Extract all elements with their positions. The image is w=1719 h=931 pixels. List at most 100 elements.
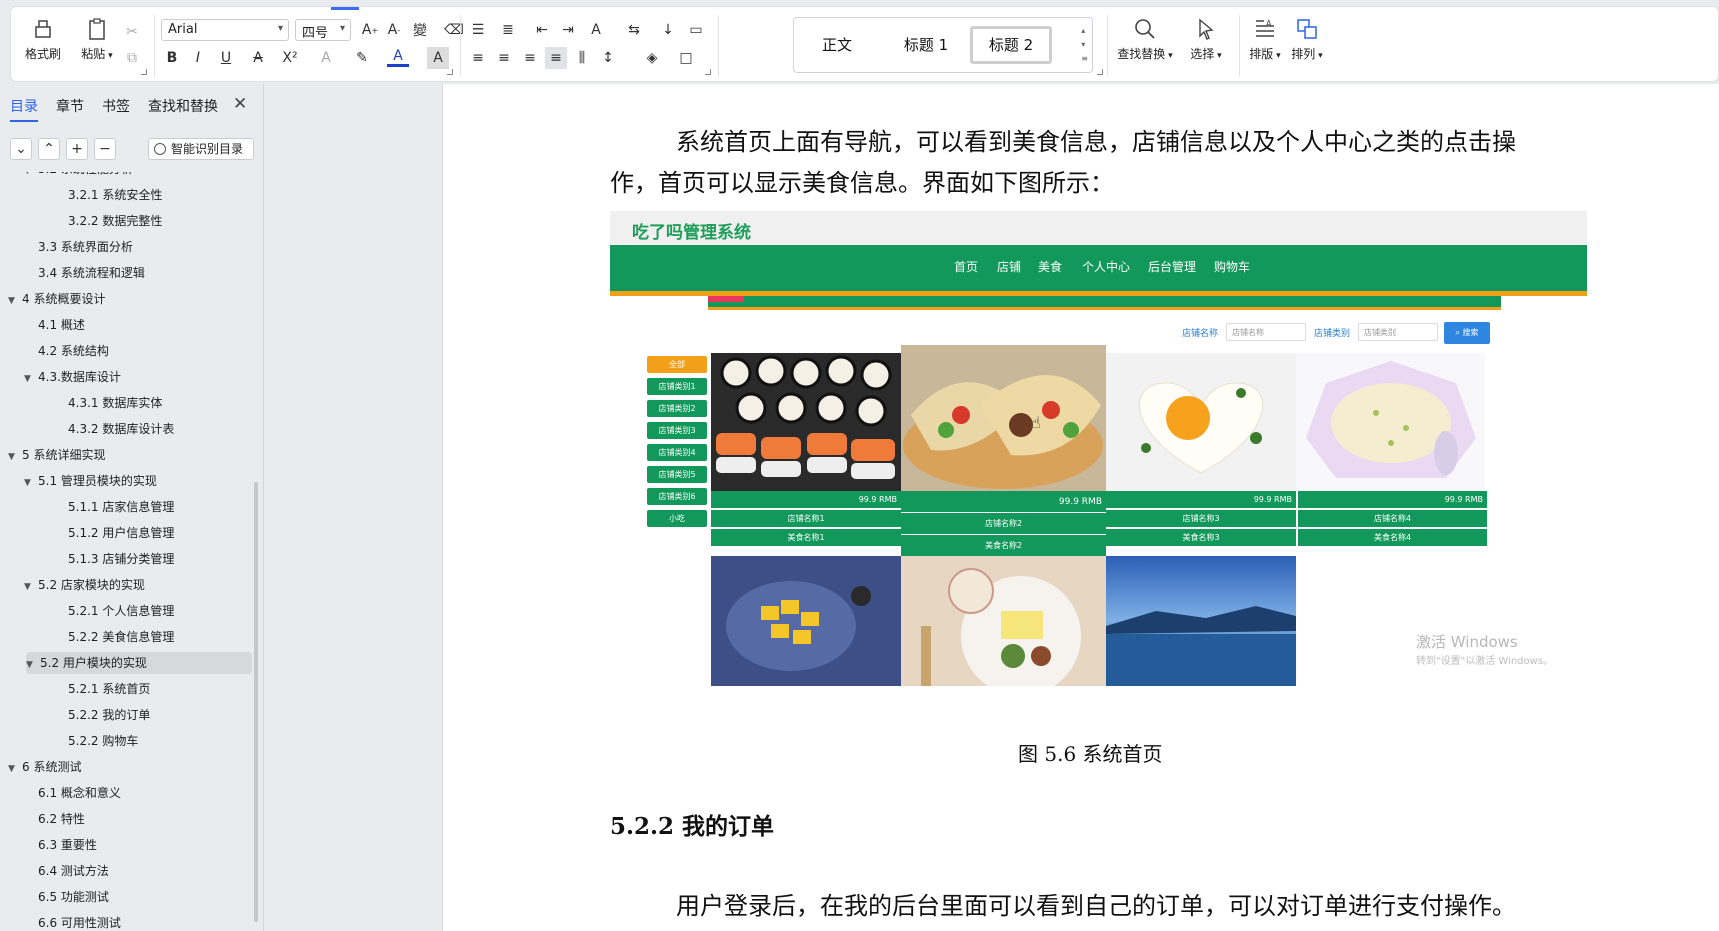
increase-indent-icon[interactable]: ⇥: [557, 19, 579, 41]
remove-entry-icon[interactable]: −: [94, 138, 116, 160]
clear-format-icon[interactable]: ⌫: [443, 19, 465, 41]
paste-button[interactable]: 粘贴 ▾: [75, 17, 119, 62]
grow-font-icon[interactable]: A +: [359, 19, 381, 41]
toc-item[interactable]: 3.2.1 系统安全性: [68, 184, 162, 206]
toc-item[interactable]: ▼ 5 系统详细实现: [8, 444, 105, 466]
superscript-icon[interactable]: X²: [279, 47, 301, 69]
italic-icon[interactable]: I: [187, 47, 209, 69]
style-scroll-arrows[interactable]: ▴ ▾ ≡: [1081, 24, 1088, 66]
card-price: 99.9 RMB: [901, 491, 1106, 513]
toc-item[interactable]: 5.1.3 店铺分类管理: [68, 548, 174, 570]
tab-chapters[interactable]: 章节: [56, 96, 84, 116]
toc-item[interactable]: 5.2.1 系统首页: [68, 678, 150, 700]
copy-icon[interactable]: ⧉: [121, 47, 143, 69]
toc-item-label: 6.1 概念和意义: [38, 786, 121, 800]
toc-item[interactable]: 6.1 概念和意义: [38, 782, 121, 804]
toc-item[interactable]: ▼ 5.2 用户模块的实现: [26, 652, 252, 674]
border-icon[interactable]: □: [675, 47, 697, 69]
card-food-name: 美食名称3: [1106, 529, 1296, 547]
underline-icon[interactable]: U: [215, 47, 237, 69]
font-name-select[interactable]: Arial ▾: [161, 19, 289, 41]
shrink-font-icon[interactable]: A-: [383, 19, 405, 41]
toc-expand-toggle-icon[interactable]: ▼: [24, 368, 38, 390]
toc-expand-toggle-icon[interactable]: ▼: [26, 654, 40, 676]
tab-toc[interactable]: 目录: [10, 96, 38, 122]
find-replace-button[interactable]: 查找替换 ▾: [1113, 17, 1177, 62]
toc-item[interactable]: 6.2 特性: [38, 808, 85, 830]
arrange-button[interactable]: 排列 ▾: [1287, 17, 1327, 62]
toc-item[interactable]: ▼ 6 系统测试: [8, 756, 81, 778]
highlight-icon[interactable]: ✎: [351, 47, 373, 69]
show-marks-icon[interactable]: ▭: [685, 19, 707, 41]
toc-item[interactable]: 5.2.2 我的订单: [68, 704, 150, 726]
toc-item[interactable]: ▼ 5.1 管理员模块的实现: [24, 470, 157, 492]
toc-item[interactable]: ▼ 4 系统概要设计: [8, 288, 105, 310]
close-icon[interactable]: ✕: [233, 94, 247, 114]
toc-expand-toggle-icon[interactable]: ▼: [8, 290, 22, 312]
align-left-icon[interactable]: ≡: [467, 47, 489, 69]
line-spacing-icon[interactable]: ↕: [597, 47, 619, 69]
ribbon-toolbar: 格式刷 粘贴 ▾ ✂ ⧉ Arial ▾ 四号 ▾ A + A- 變 ⌫ B I U …: [10, 6, 1719, 82]
toc-item[interactable]: ▼ 5.2 店家模块的实现: [24, 574, 145, 596]
line-break-icon[interactable]: ⇆: [623, 19, 645, 41]
toc-item[interactable]: 5.1.2 用户信息管理: [68, 522, 174, 544]
toc-item[interactable]: 6.5 功能测试: [38, 886, 109, 908]
text-effect-icon[interactable]: A: [315, 47, 337, 69]
bullets-icon[interactable]: ☰: [467, 19, 489, 41]
select-button[interactable]: 选择 ▾: [1183, 17, 1229, 62]
toc-item[interactable]: 4.2 系统结构: [38, 340, 109, 362]
align-right-icon[interactable]: ≡: [519, 47, 541, 69]
text-direction-icon[interactable]: A: [585, 19, 607, 41]
toc-item[interactable]: 4.3.1 数据库实体: [68, 392, 162, 414]
style-heading1[interactable]: 标题 1: [884, 26, 968, 64]
style-normal[interactable]: 正文: [802, 26, 872, 64]
bold-icon[interactable]: B: [161, 47, 183, 69]
align-center-icon[interactable]: ≡: [493, 47, 515, 69]
decrease-indent-icon[interactable]: ⇤: [531, 19, 553, 41]
char-shading-icon[interactable]: A: [427, 47, 449, 69]
phonetic-icon[interactable]: 變: [409, 19, 431, 41]
toc-expand-toggle-icon[interactable]: ▼: [8, 758, 22, 780]
numbering-icon[interactable]: ≣: [497, 19, 519, 41]
tab-bookmarks[interactable]: 书签: [102, 96, 130, 116]
toc-expand-toggle-icon[interactable]: ▼: [24, 576, 38, 598]
category-item: 小吃: [647, 510, 707, 527]
toc-item[interactable]: 6.4 测试方法: [38, 860, 109, 882]
toc-item[interactable]: ▼3.2 系统性能分析: [24, 172, 133, 180]
shading-icon[interactable]: ◈: [641, 47, 663, 69]
toc-item[interactable]: 3.3 系统界面分析: [38, 236, 133, 258]
fried-rice-photo: [1296, 353, 1485, 491]
toc-item[interactable]: ▼ 4.3.数据库设计: [24, 366, 121, 388]
toc-item[interactable]: 5.2.2 购物车: [68, 730, 138, 752]
style-heading2[interactable]: 标题 2: [970, 26, 1052, 64]
toc-expand-toggle-icon[interactable]: ▼: [24, 472, 38, 494]
distribute-icon[interactable]: ⫼: [571, 47, 593, 69]
smart-toc-button[interactable]: 智能识别目录: [148, 138, 254, 160]
font-color-icon[interactable]: A: [387, 47, 409, 67]
toc-item[interactable]: 6.6 可用性测试: [38, 912, 121, 931]
font-size-select[interactable]: 四号 ▾: [295, 19, 351, 41]
justify-icon[interactable]: ≡: [545, 47, 567, 69]
toc-item[interactable]: 5.2.2 美食信息管理: [68, 626, 174, 648]
toc-item[interactable]: 3.4 系统流程和逻辑: [38, 262, 145, 284]
toc-expand-toggle-icon[interactable]: ▼: [24, 172, 38, 182]
toc-item[interactable]: 4.1 概述: [38, 314, 85, 336]
move-up-icon[interactable]: ⌃: [38, 138, 60, 160]
cut-icon[interactable]: ✂: [121, 21, 143, 43]
toc-scrollbar[interactable]: [254, 482, 258, 922]
smart-toc-label: 智能识别目录: [171, 142, 244, 156]
layout-button[interactable]: A 排版 ▾: [1245, 17, 1285, 62]
collapse-all-icon[interactable]: ⌄: [10, 138, 32, 160]
card-shop-name: 店铺名称1: [711, 510, 901, 528]
add-entry-icon[interactable]: +: [66, 138, 88, 160]
toc-item[interactable]: 3.2.2 数据完整性: [68, 210, 162, 232]
toc-item[interactable]: 5.1.1 店家信息管理: [68, 496, 174, 518]
sort-icon[interactable]: ↓: [657, 19, 679, 41]
format-painter-button[interactable]: 格式刷: [23, 17, 63, 62]
toc-item[interactable]: 5.2.1 个人信息管理: [68, 600, 174, 622]
toc-item[interactable]: 6.3 重要性: [38, 834, 97, 856]
toc-item[interactable]: 4.3.2 数据库设计表: [68, 418, 174, 440]
tab-find-replace[interactable]: 查找和替换: [148, 96, 218, 116]
strikethrough-icon[interactable]: A: [247, 47, 269, 69]
toc-expand-toggle-icon[interactable]: ▼: [8, 446, 22, 468]
